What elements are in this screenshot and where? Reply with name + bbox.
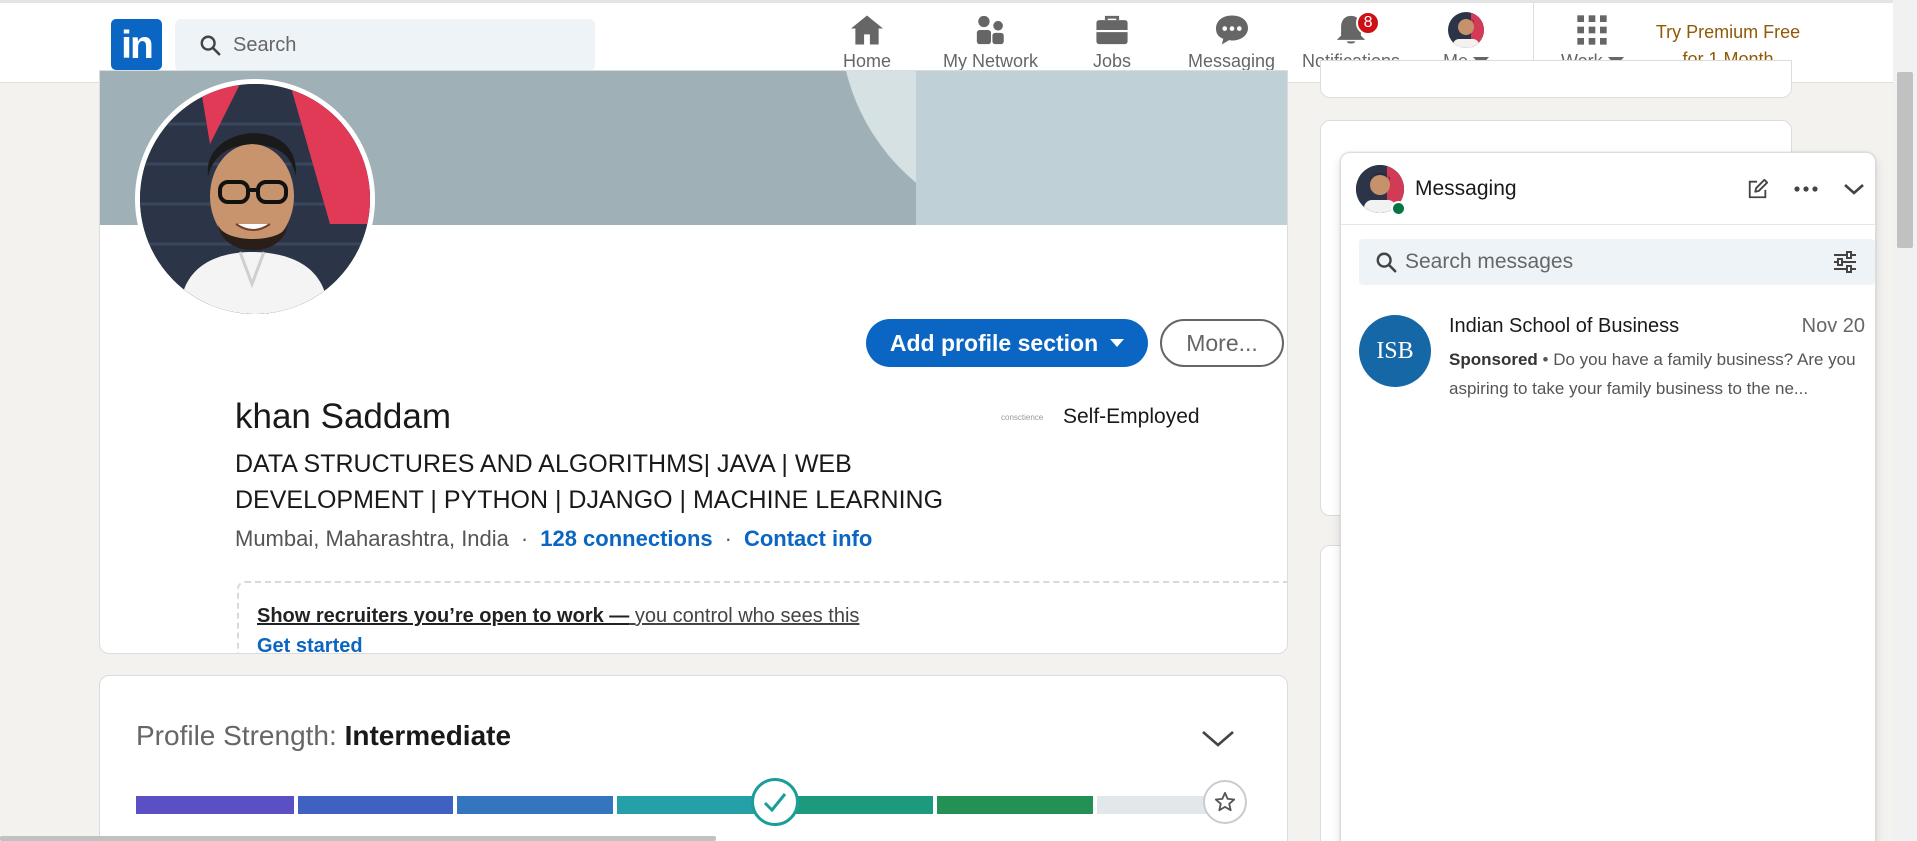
company-logo: consctience: [1001, 412, 1044, 422]
network-icon: [974, 11, 1008, 49]
open-to-work-text[interactable]: Show recruiters you’re open to work — yo…: [257, 605, 859, 628]
profile-strength-card: Profile Strength: Intermediate: [99, 675, 1288, 841]
conversation-item[interactable]: ISB Indian School of Business Nov 20 Spo…: [1341, 303, 1875, 403]
nav-messaging[interactable]: Messaging: [1188, 11, 1275, 79]
online-status-dot: [1391, 201, 1406, 216]
open-to-work-prompt: Show recruiters you’re open to work — yo…: [237, 581, 1287, 653]
nav-my-network-label: My Network: [943, 51, 1039, 71]
more-button[interactable]: More...: [1160, 319, 1284, 367]
checkmark-icon: [763, 793, 787, 813]
strength-segment: [777, 796, 933, 814]
right-rail-card: [1320, 60, 1792, 98]
profile-strength-label: Profile Strength:: [136, 720, 345, 751]
horizontal-scrollbar-thumb[interactable]: [0, 836, 716, 841]
profile-meta-row: Mumbai, Maharashtra, India · 128 connect…: [235, 526, 872, 552]
profile-location: Mumbai, Maharashtra, India: [235, 526, 509, 551]
me-avatar: [1447, 11, 1485, 49]
messaging-title: Messaging: [1415, 177, 1517, 200]
strength-segment: [136, 796, 294, 814]
nav-home-label: Home: [843, 51, 892, 71]
company-name: Self-Employed: [1063, 405, 1200, 428]
premium-line-1: Try Premium Free: [1655, 22, 1801, 42]
current-company[interactable]: consctience Self-Employed: [1001, 405, 1200, 429]
profile-strength-level: Intermediate: [344, 720, 512, 751]
bell-icon: 8: [1334, 11, 1381, 49]
profile-strength-title: Profile Strength: Intermediate: [136, 720, 511, 752]
compose-icon[interactable]: [1744, 175, 1772, 203]
conversation-date: Nov 20: [1801, 315, 1865, 337]
open-to-work-strong: Show recruiters you’re open to work —: [257, 605, 630, 627]
filter-icon[interactable]: [1833, 251, 1857, 273]
notification-badge: 8: [1356, 11, 1381, 35]
strength-segment: [937, 796, 1093, 814]
linkedin-logo[interactable]: in: [111, 19, 162, 70]
banner-right-panel: [916, 71, 1287, 225]
chevron-down-icon[interactable]: [1840, 175, 1868, 203]
search-icon: [1376, 252, 1397, 273]
chat-bubble-icon: [1214, 11, 1250, 49]
conversation-sender: Indian School of Business: [1449, 315, 1680, 337]
nav-jobs-label: Jobs: [1093, 51, 1132, 71]
nav-messaging-label: Messaging: [1188, 51, 1276, 71]
star-icon: [1214, 791, 1236, 812]
nav-my-network[interactable]: My Network: [943, 11, 1038, 79]
connections-link[interactable]: 128 connections: [540, 526, 712, 552]
profile-photo[interactable]: [135, 79, 375, 319]
search-input[interactable]: [233, 19, 573, 71]
meta-separator: ·: [520, 526, 529, 551]
more-options-icon[interactable]: [1792, 175, 1820, 203]
global-search[interactable]: [175, 19, 595, 71]
profile-strength-meter: [136, 796, 1224, 814]
sponsored-tag: Sponsored: [1449, 350, 1538, 369]
isb-logo: ISB: [1359, 315, 1431, 387]
profile-headline: DATA STRUCTURES AND ALGORITHMS| JAVA | W…: [235, 450, 944, 514]
scrollbar-thumb[interactable]: [1897, 72, 1913, 248]
messaging-search-input[interactable]: [1405, 239, 1805, 285]
get-started-link[interactable]: Get started: [257, 635, 363, 653]
search-icon: [200, 35, 221, 56]
meta-separator: ·: [724, 526, 732, 551]
nav-jobs[interactable]: Jobs: [1093, 11, 1131, 79]
add-profile-section-label: Add profile section: [889, 329, 1099, 356]
strength-progress-marker: [751, 778, 799, 826]
messaging-header[interactable]: Messaging: [1341, 153, 1875, 225]
chevron-down-icon[interactable]: [1201, 729, 1235, 749]
strength-goal-marker: [1203, 780, 1247, 824]
strength-segment: [298, 796, 453, 814]
strength-segment: [457, 796, 613, 814]
add-profile-section-button[interactable]: Add profile section: [866, 319, 1148, 367]
messaging-overlay: Messaging ISB Indian School of Business …: [1340, 152, 1876, 841]
conversation-snippet: Sponsored • Do you have a family busines…: [1449, 350, 1856, 398]
contact-info-link[interactable]: Contact info: [744, 526, 872, 552]
open-to-work-rest: you control who sees this: [629, 605, 860, 627]
isb-logo-text: ISB: [1376, 337, 1414, 364]
profile-name: khan Saddam: [235, 397, 451, 436]
strength-segment: [617, 796, 773, 814]
briefcase-icon: [1095, 11, 1129, 49]
home-icon: [849, 11, 885, 49]
caret-down-icon: [1110, 339, 1125, 347]
nav-home[interactable]: Home: [843, 11, 891, 79]
grid-icon: [1576, 11, 1608, 49]
messaging-search[interactable]: [1359, 239, 1875, 285]
